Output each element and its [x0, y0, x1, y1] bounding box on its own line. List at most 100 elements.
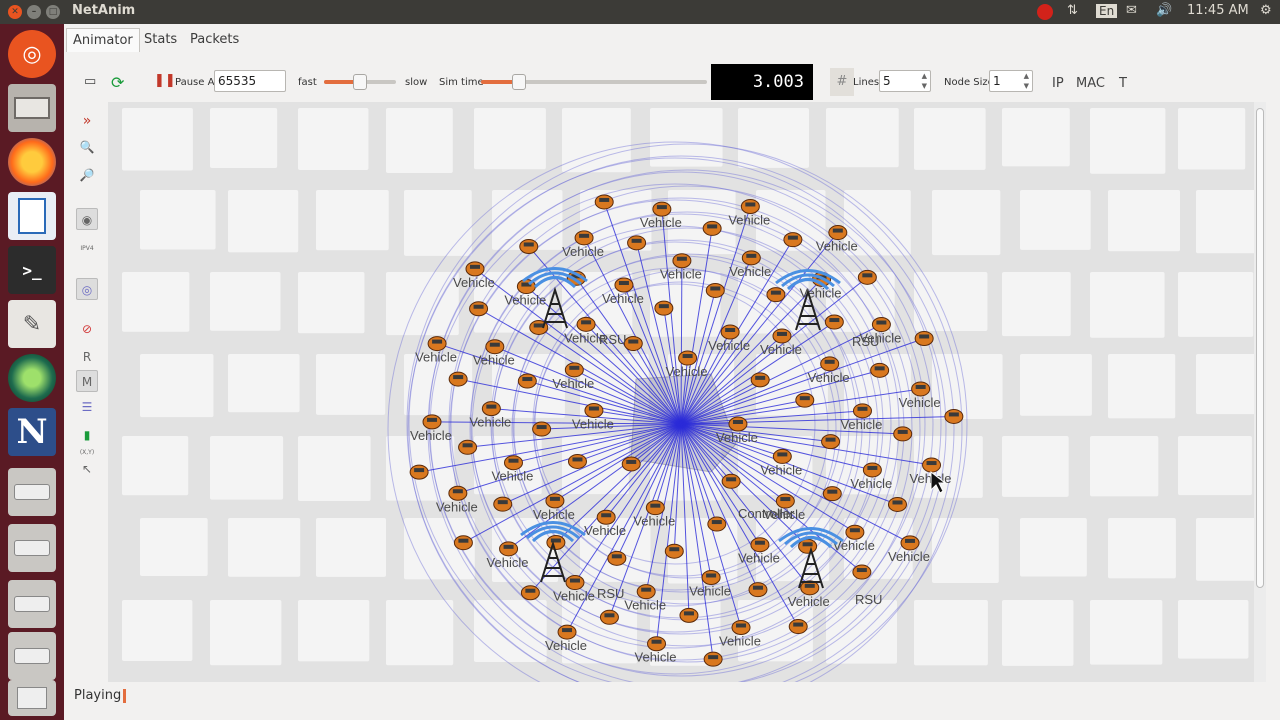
vehicle-node — [564, 362, 584, 378]
vehicle-window — [770, 290, 781, 295]
globe-app-icon[interactable] — [8, 354, 56, 402]
minimize-window-icon[interactable]: – — [27, 5, 41, 19]
lines-spinbox[interactable]: 5 ▲ ▼ — [879, 70, 931, 92]
vehicle-node — [627, 235, 647, 251]
trash-icon[interactable] — [8, 680, 56, 716]
vehicle-window — [683, 611, 694, 616]
reset-button[interactable]: R — [76, 346, 98, 368]
ubuntu-dash-icon[interactable]: ◎ — [8, 30, 56, 78]
power-gear-icon[interactable]: ⚙ — [1260, 3, 1272, 18]
mail-icon[interactable]: ✉ — [1126, 3, 1137, 18]
ipv4-toggle-button[interactable]: IPV4 — [76, 238, 98, 260]
scene-canvas: Vehicle Vehicle Vehicle Vehicle Vehicle Vehic… — [108, 102, 1254, 682]
maximize-window-icon[interactable]: □ — [46, 5, 60, 19]
mac-toggle-button[interactable]: MAC — [1076, 76, 1105, 91]
record-indicator-icon[interactable] — [1037, 4, 1053, 20]
vertical-scrollbar[interactable] — [1254, 102, 1266, 682]
t-toggle-button[interactable]: T — [1119, 76, 1127, 91]
city-block — [228, 190, 299, 253]
vehicle-window — [905, 538, 916, 543]
launcher: ◎ >_ ✎ N — [0, 24, 64, 720]
ip-toggle-button[interactable]: IP — [1052, 76, 1064, 91]
tab-packets[interactable]: Packets — [184, 28, 245, 52]
vehicle-window — [489, 342, 500, 347]
vehicle-node — [517, 373, 537, 389]
city-block — [122, 108, 193, 171]
libreoffice-writer-icon[interactable] — [8, 192, 56, 240]
zoom-out-icon[interactable]: 🔎 — [76, 164, 98, 186]
text-editor-icon[interactable]: ✎ — [8, 300, 56, 348]
pause-icon[interactable]: ❚❚ — [154, 73, 176, 88]
vehicle-window — [710, 286, 721, 291]
clock[interactable]: 11:45 AM — [1187, 3, 1249, 18]
vehicle-label: Vehicle — [487, 555, 529, 570]
animation-scene[interactable]: Vehicle Vehicle Vehicle Vehicle Vehicle Vehic… — [108, 102, 1254, 682]
reload-icon[interactable]: ⟳ — [111, 73, 124, 92]
vehicle-window — [562, 628, 573, 633]
vehicle-window — [650, 503, 661, 508]
vehicle-node — [647, 636, 667, 652]
close-window-icon[interactable]: ✕ — [8, 5, 22, 19]
vehicle-label: Vehicle — [552, 376, 594, 391]
vehicle-label: Vehicle — [660, 267, 702, 282]
battery-icon[interactable]: ▮ — [76, 424, 98, 446]
wireless-circles-icon[interactable]: ◎ — [76, 278, 98, 300]
vehicle-label: Vehicle — [436, 499, 478, 514]
vehicle-node — [584, 403, 604, 419]
vehicle-window — [746, 253, 757, 258]
tab-stats[interactable]: Stats — [138, 28, 183, 52]
zoom-in-icon[interactable]: 🔍 — [76, 136, 98, 158]
keyboard-layout-indicator[interactable]: En — [1096, 4, 1118, 18]
speed-slider[interactable] — [324, 74, 396, 90]
vehicle-node — [720, 324, 740, 340]
terminal-icon[interactable]: >_ — [8, 246, 56, 294]
drive-icon[interactable] — [8, 632, 56, 680]
node-size-spinbox[interactable]: 1 ▲ ▼ — [989, 70, 1033, 92]
firefox-icon[interactable] — [8, 138, 56, 186]
sim-time-slider[interactable] — [481, 74, 707, 90]
drive-icon[interactable] — [8, 524, 56, 572]
speed-slider-knob[interactable] — [353, 74, 367, 90]
vehicle-window — [572, 457, 583, 462]
list-icon[interactable]: ☰ — [76, 396, 98, 418]
vehicle-node — [857, 269, 877, 285]
node-description-icon[interactable]: ◉ — [76, 208, 98, 230]
vehicle-window — [874, 366, 885, 371]
vehicle-window — [452, 489, 463, 494]
vehicle-node — [645, 500, 665, 516]
vehicle-window — [849, 528, 860, 533]
fast-forward-icon[interactable]: » — [76, 110, 98, 132]
sim-time-slider-knob[interactable] — [512, 74, 527, 90]
city-block — [298, 108, 369, 171]
city-block — [210, 272, 281, 331]
vehicle-window — [676, 256, 687, 261]
files-drive-icon[interactable] — [8, 84, 56, 132]
city-block — [914, 600, 988, 666]
vehicle-window — [569, 578, 580, 583]
grid-toggle-button[interactable]: # — [830, 68, 854, 96]
pause-at-input[interactable]: 65535 — [214, 70, 286, 92]
volume-icon[interactable]: 🔊 — [1156, 3, 1172, 18]
spin-arrows-icon[interactable]: ▲ ▼ — [922, 71, 927, 91]
vertical-scrollbar-thumb[interactable] — [1256, 108, 1264, 588]
vehicle-node — [499, 541, 519, 557]
vehicle-label: Vehicle — [553, 589, 595, 604]
open-file-icon[interactable]: ▭ — [84, 74, 96, 89]
network-updown-icon[interactable]: ⇅ — [1067, 3, 1078, 18]
vehicle-label: Vehicle — [624, 598, 666, 613]
city-block — [316, 354, 386, 415]
drive-icon[interactable] — [8, 468, 56, 516]
tab-animator[interactable]: Animator — [66, 28, 140, 52]
vehicle-node — [707, 516, 727, 532]
no-packets-icon[interactable]: ⊘ — [76, 318, 98, 340]
vehicle-window — [581, 320, 592, 325]
vehicle-window — [948, 412, 959, 417]
city-block — [210, 600, 282, 666]
mobility-button[interactable]: M — [76, 370, 98, 392]
netanim-icon[interactable]: N — [8, 408, 56, 456]
vehicle-label: Vehicle — [545, 638, 587, 653]
vehicle-node — [852, 403, 872, 419]
vehicle-node — [828, 225, 848, 241]
spin-arrows-icon[interactable]: ▲ ▼ — [1024, 71, 1029, 91]
drive-icon[interactable] — [8, 580, 56, 628]
